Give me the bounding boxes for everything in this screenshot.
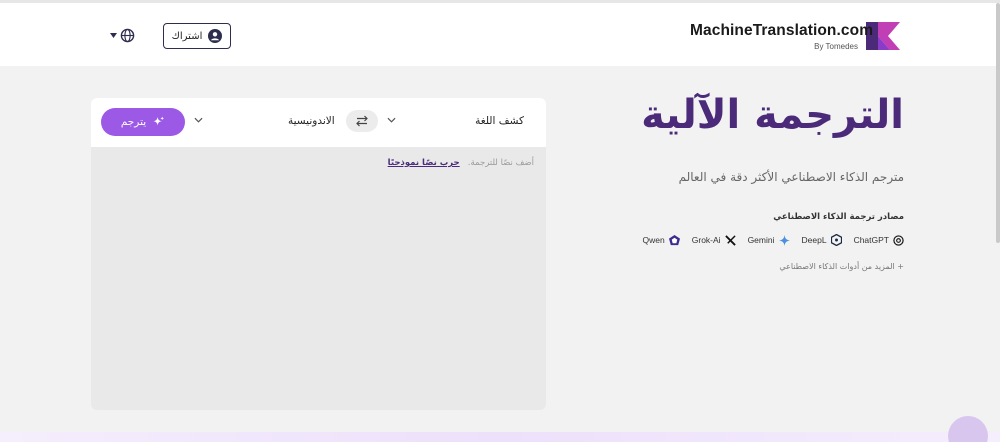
- sparkles-icon: [153, 115, 165, 125]
- scrollbar[interactable]: [996, 3, 1000, 243]
- provider-list: Qwen Grok-Ai Gemini DeepL ChatGPT: [640, 234, 904, 246]
- brand-subtitle: By Tomedes: [814, 42, 858, 51]
- source-language-select[interactable]: كشف اللغة: [475, 115, 524, 127]
- page-subtitle: مترجم الذكاء الاصطناعي الأكثر دقة في الع…: [678, 170, 904, 184]
- chevron-down-icon: [110, 33, 117, 38]
- provider-qwen: Qwen: [642, 234, 680, 246]
- globe-icon: [120, 28, 135, 43]
- chevron-down-icon[interactable]: [194, 117, 203, 123]
- brand-name: MachineTranslation.com: [690, 22, 874, 39]
- chat-widget-button[interactable]: [948, 416, 988, 442]
- provider-label: Gemini: [747, 235, 775, 245]
- translator-toolbar: كشف اللغة الاندونيسية يترجم: [91, 98, 546, 147]
- translator-panel: كشف اللغة الاندونيسية يترجم أضف نصًا للت…: [91, 98, 546, 410]
- provider-deepl: DeepL: [802, 234, 842, 246]
- provider-label: Grok-Ai: [691, 235, 721, 245]
- page-title: الترجمة الآلية: [641, 92, 904, 138]
- grok-icon: [724, 234, 736, 246]
- subscribe-label: اشتراك: [171, 30, 203, 42]
- provider-chatgpt: ChatGPT: [853, 234, 904, 246]
- provider-label: DeepL: [801, 235, 827, 245]
- swap-icon: [356, 115, 368, 127]
- language-selector[interactable]: [110, 28, 135, 43]
- top-navbar: MachineTranslation.com By Tomedes اشتراك: [0, 0, 1000, 66]
- deepl-icon: [830, 234, 842, 246]
- translate-label: يترجم: [120, 116, 147, 128]
- gemini-icon: [778, 234, 790, 246]
- more-ai-tools-link[interactable]: + المزيد من أدوات الذكاء الاصطناعي: [640, 262, 904, 271]
- provider-label: Qwen: [642, 235, 665, 245]
- provider-gemini: Gemini: [747, 234, 790, 246]
- try-sample-text-link[interactable]: جرب نصًا نموذجيًا: [388, 158, 460, 168]
- source-text-input[interactable]: أضف نصًا للترجمة. جرب نصًا نموذجيًا: [388, 158, 534, 168]
- swap-languages-button[interactable]: [346, 110, 378, 132]
- qwen-icon: [668, 234, 680, 245]
- ai-sources-heading: مصادر ترجمة الذكاء الاصطناعي: [773, 212, 904, 222]
- translate-button[interactable]: يترجم: [101, 108, 185, 136]
- bottom-banner: [0, 432, 1000, 442]
- provider-grok: Grok-Ai: [691, 234, 736, 246]
- placeholder-text: أضف نصًا للترجمة.: [467, 158, 534, 168]
- chevron-down-icon[interactable]: [387, 117, 396, 123]
- target-language-select[interactable]: الاندونيسية: [288, 115, 335, 127]
- subscribe-button[interactable]: اشتراك: [163, 23, 231, 49]
- user-icon: [208, 29, 223, 43]
- brand[interactable]: MachineTranslation.com By Tomedes: [690, 22, 874, 51]
- chatgpt-icon: [893, 234, 904, 246]
- provider-label: ChatGPT: [853, 235, 889, 245]
